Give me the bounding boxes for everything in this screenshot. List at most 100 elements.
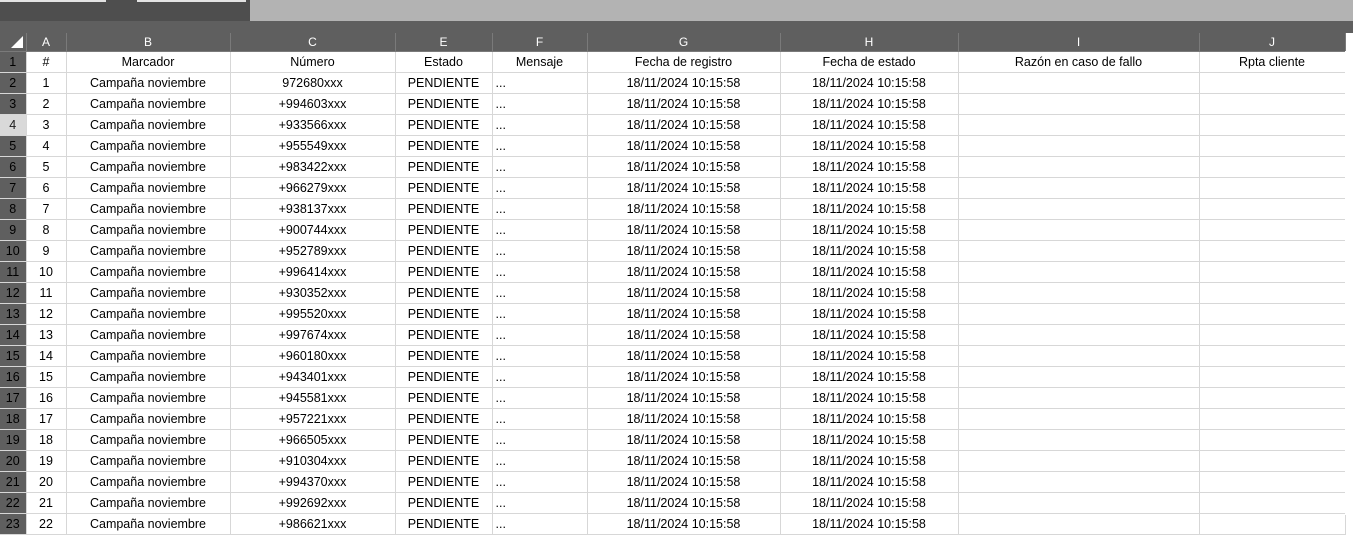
cell-fecha-estado[interactable]: 18/11/2024 10:15:58 (780, 345, 959, 367)
tab-edge-1[interactable] (0, 0, 106, 2)
cell-fecha-registro[interactable]: 18/11/2024 10:15:58 (587, 303, 781, 325)
cell-razon[interactable] (958, 408, 1200, 430)
cell-mensaje[interactable]: ... (492, 345, 588, 367)
header-cell-fecha-registro[interactable]: Fecha de registro (587, 51, 781, 73)
row-header[interactable]: 9 (0, 219, 27, 241)
cell-fecha-registro[interactable]: 18/11/2024 10:15:58 (587, 408, 781, 430)
cell-marcador[interactable]: Campaña noviembre (66, 492, 231, 514)
tab-edge-2[interactable] (137, 0, 246, 2)
column-header-j[interactable]: J (1199, 33, 1346, 52)
cell-rpta[interactable] (1199, 324, 1346, 346)
cell-mensaje[interactable]: ... (492, 114, 588, 136)
cell-marcador[interactable]: Campaña noviembre (66, 408, 231, 430)
cell-razon[interactable] (958, 303, 1200, 325)
cell-estado[interactable]: PENDIENTE (395, 114, 493, 136)
cell-fecha-registro[interactable]: 18/11/2024 10:15:58 (587, 471, 781, 493)
cell-estado[interactable]: PENDIENTE (395, 282, 493, 304)
cell-fecha-estado[interactable]: 18/11/2024 10:15:58 (780, 219, 959, 241)
cell-fecha-estado[interactable]: 18/11/2024 10:15:58 (780, 198, 959, 220)
cell-num[interactable]: 8 (26, 219, 67, 241)
cell-num[interactable]: 22 (26, 513, 67, 535)
row-header[interactable]: 6 (0, 156, 27, 178)
cell-rpta[interactable] (1199, 93, 1346, 115)
cell-numero[interactable]: +938137xxx (230, 198, 396, 220)
cell-rpta[interactable] (1199, 177, 1346, 199)
cell-mensaje[interactable]: ... (492, 93, 588, 115)
row-header[interactable]: 2 (0, 72, 27, 94)
header-cell-razon[interactable]: Razón en caso de fallo (958, 51, 1200, 73)
cell-mensaje[interactable]: ... (492, 72, 588, 94)
cell-numero[interactable]: +986621xxx (230, 513, 396, 535)
cell-fecha-estado[interactable]: 18/11/2024 10:15:58 (780, 93, 959, 115)
cell-mensaje[interactable]: ... (492, 135, 588, 157)
cell-estado[interactable]: PENDIENTE (395, 135, 493, 157)
cell-numero[interactable]: +983422xxx (230, 156, 396, 178)
cell-num[interactable]: 17 (26, 408, 67, 430)
row-header[interactable]: 10 (0, 240, 27, 262)
cell-fecha-registro[interactable]: 18/11/2024 10:15:58 (587, 429, 781, 451)
cell-mensaje[interactable]: ... (492, 324, 588, 346)
cell-numero[interactable]: +900744xxx (230, 219, 396, 241)
cell-fecha-registro[interactable]: 18/11/2024 10:15:58 (587, 261, 781, 283)
row-header[interactable]: 17 (0, 387, 27, 409)
cell-estado[interactable]: PENDIENTE (395, 471, 493, 493)
cell-mensaje[interactable]: ... (492, 261, 588, 283)
cell-numero[interactable]: +966505xxx (230, 429, 396, 451)
cell-marcador[interactable]: Campaña noviembre (66, 387, 231, 409)
cell-numero[interactable]: +994603xxx (230, 93, 396, 115)
cell-marcador[interactable]: Campaña noviembre (66, 114, 231, 136)
cell-fecha-estado[interactable]: 18/11/2024 10:15:58 (780, 114, 959, 136)
cell-razon[interactable] (958, 513, 1200, 535)
cell-fecha-estado[interactable]: 18/11/2024 10:15:58 (780, 492, 959, 514)
cell-razon[interactable] (958, 387, 1200, 409)
cell-mensaje[interactable]: ... (492, 240, 588, 262)
cell-rpta[interactable] (1199, 345, 1346, 367)
cell-razon[interactable] (958, 261, 1200, 283)
cell-estado[interactable]: PENDIENTE (395, 303, 493, 325)
cell-fecha-estado[interactable]: 18/11/2024 10:15:58 (780, 135, 959, 157)
cell-mensaje[interactable]: ... (492, 177, 588, 199)
header-cell-fecha-estado[interactable]: Fecha de estado (780, 51, 959, 73)
cell-fecha-registro[interactable]: 18/11/2024 10:15:58 (587, 114, 781, 136)
cell-num[interactable]: 1 (26, 72, 67, 94)
cell-estado[interactable]: PENDIENTE (395, 177, 493, 199)
cell-rpta[interactable] (1199, 198, 1346, 220)
cell-num[interactable]: 4 (26, 135, 67, 157)
cell-rpta[interactable] (1199, 72, 1346, 94)
row-header[interactable]: 14 (0, 324, 27, 346)
column-header-c[interactable]: C (230, 33, 396, 52)
cell-razon[interactable] (958, 471, 1200, 493)
cell-num[interactable]: 16 (26, 387, 67, 409)
cell-razon[interactable] (958, 135, 1200, 157)
row-header[interactable]: 21 (0, 471, 27, 493)
cell-num[interactable]: 3 (26, 114, 67, 136)
cell-mensaje[interactable]: ... (492, 450, 588, 472)
cell-fecha-registro[interactable]: 18/11/2024 10:15:58 (587, 240, 781, 262)
cell-estado[interactable]: PENDIENTE (395, 429, 493, 451)
cell-razon[interactable] (958, 429, 1200, 451)
cell-estado[interactable]: PENDIENTE (395, 387, 493, 409)
cell-numero[interactable]: +957221xxx (230, 408, 396, 430)
cell-rpta[interactable] (1199, 492, 1346, 514)
cell-rpta[interactable] (1199, 471, 1346, 493)
cell-numero[interactable]: +933566xxx (230, 114, 396, 136)
row-header[interactable]: 4 (0, 114, 27, 136)
header-cell-rpta[interactable]: Rpta cliente (1199, 51, 1346, 73)
cell-razon[interactable] (958, 219, 1200, 241)
cell-fecha-estado[interactable]: 18/11/2024 10:15:58 (780, 450, 959, 472)
cell-marcador[interactable]: Campaña noviembre (66, 240, 231, 262)
cell-rpta[interactable] (1199, 135, 1346, 157)
row-header[interactable]: 16 (0, 366, 27, 388)
cell-numero[interactable]: +997674xxx (230, 324, 396, 346)
cell-num[interactable]: 10 (26, 261, 67, 283)
cell-marcador[interactable]: Campaña noviembre (66, 324, 231, 346)
cell-estado[interactable]: PENDIENTE (395, 450, 493, 472)
cell-num[interactable]: 7 (26, 198, 67, 220)
cell-numero[interactable]: +992692xxx (230, 492, 396, 514)
cell-estado[interactable]: PENDIENTE (395, 366, 493, 388)
cell-fecha-estado[interactable]: 18/11/2024 10:15:58 (780, 471, 959, 493)
cell-mensaje[interactable]: ... (492, 282, 588, 304)
cell-numero[interactable]: +955549xxx (230, 135, 396, 157)
cell-rpta[interactable] (1199, 366, 1346, 388)
cell-fecha-registro[interactable]: 18/11/2024 10:15:58 (587, 135, 781, 157)
